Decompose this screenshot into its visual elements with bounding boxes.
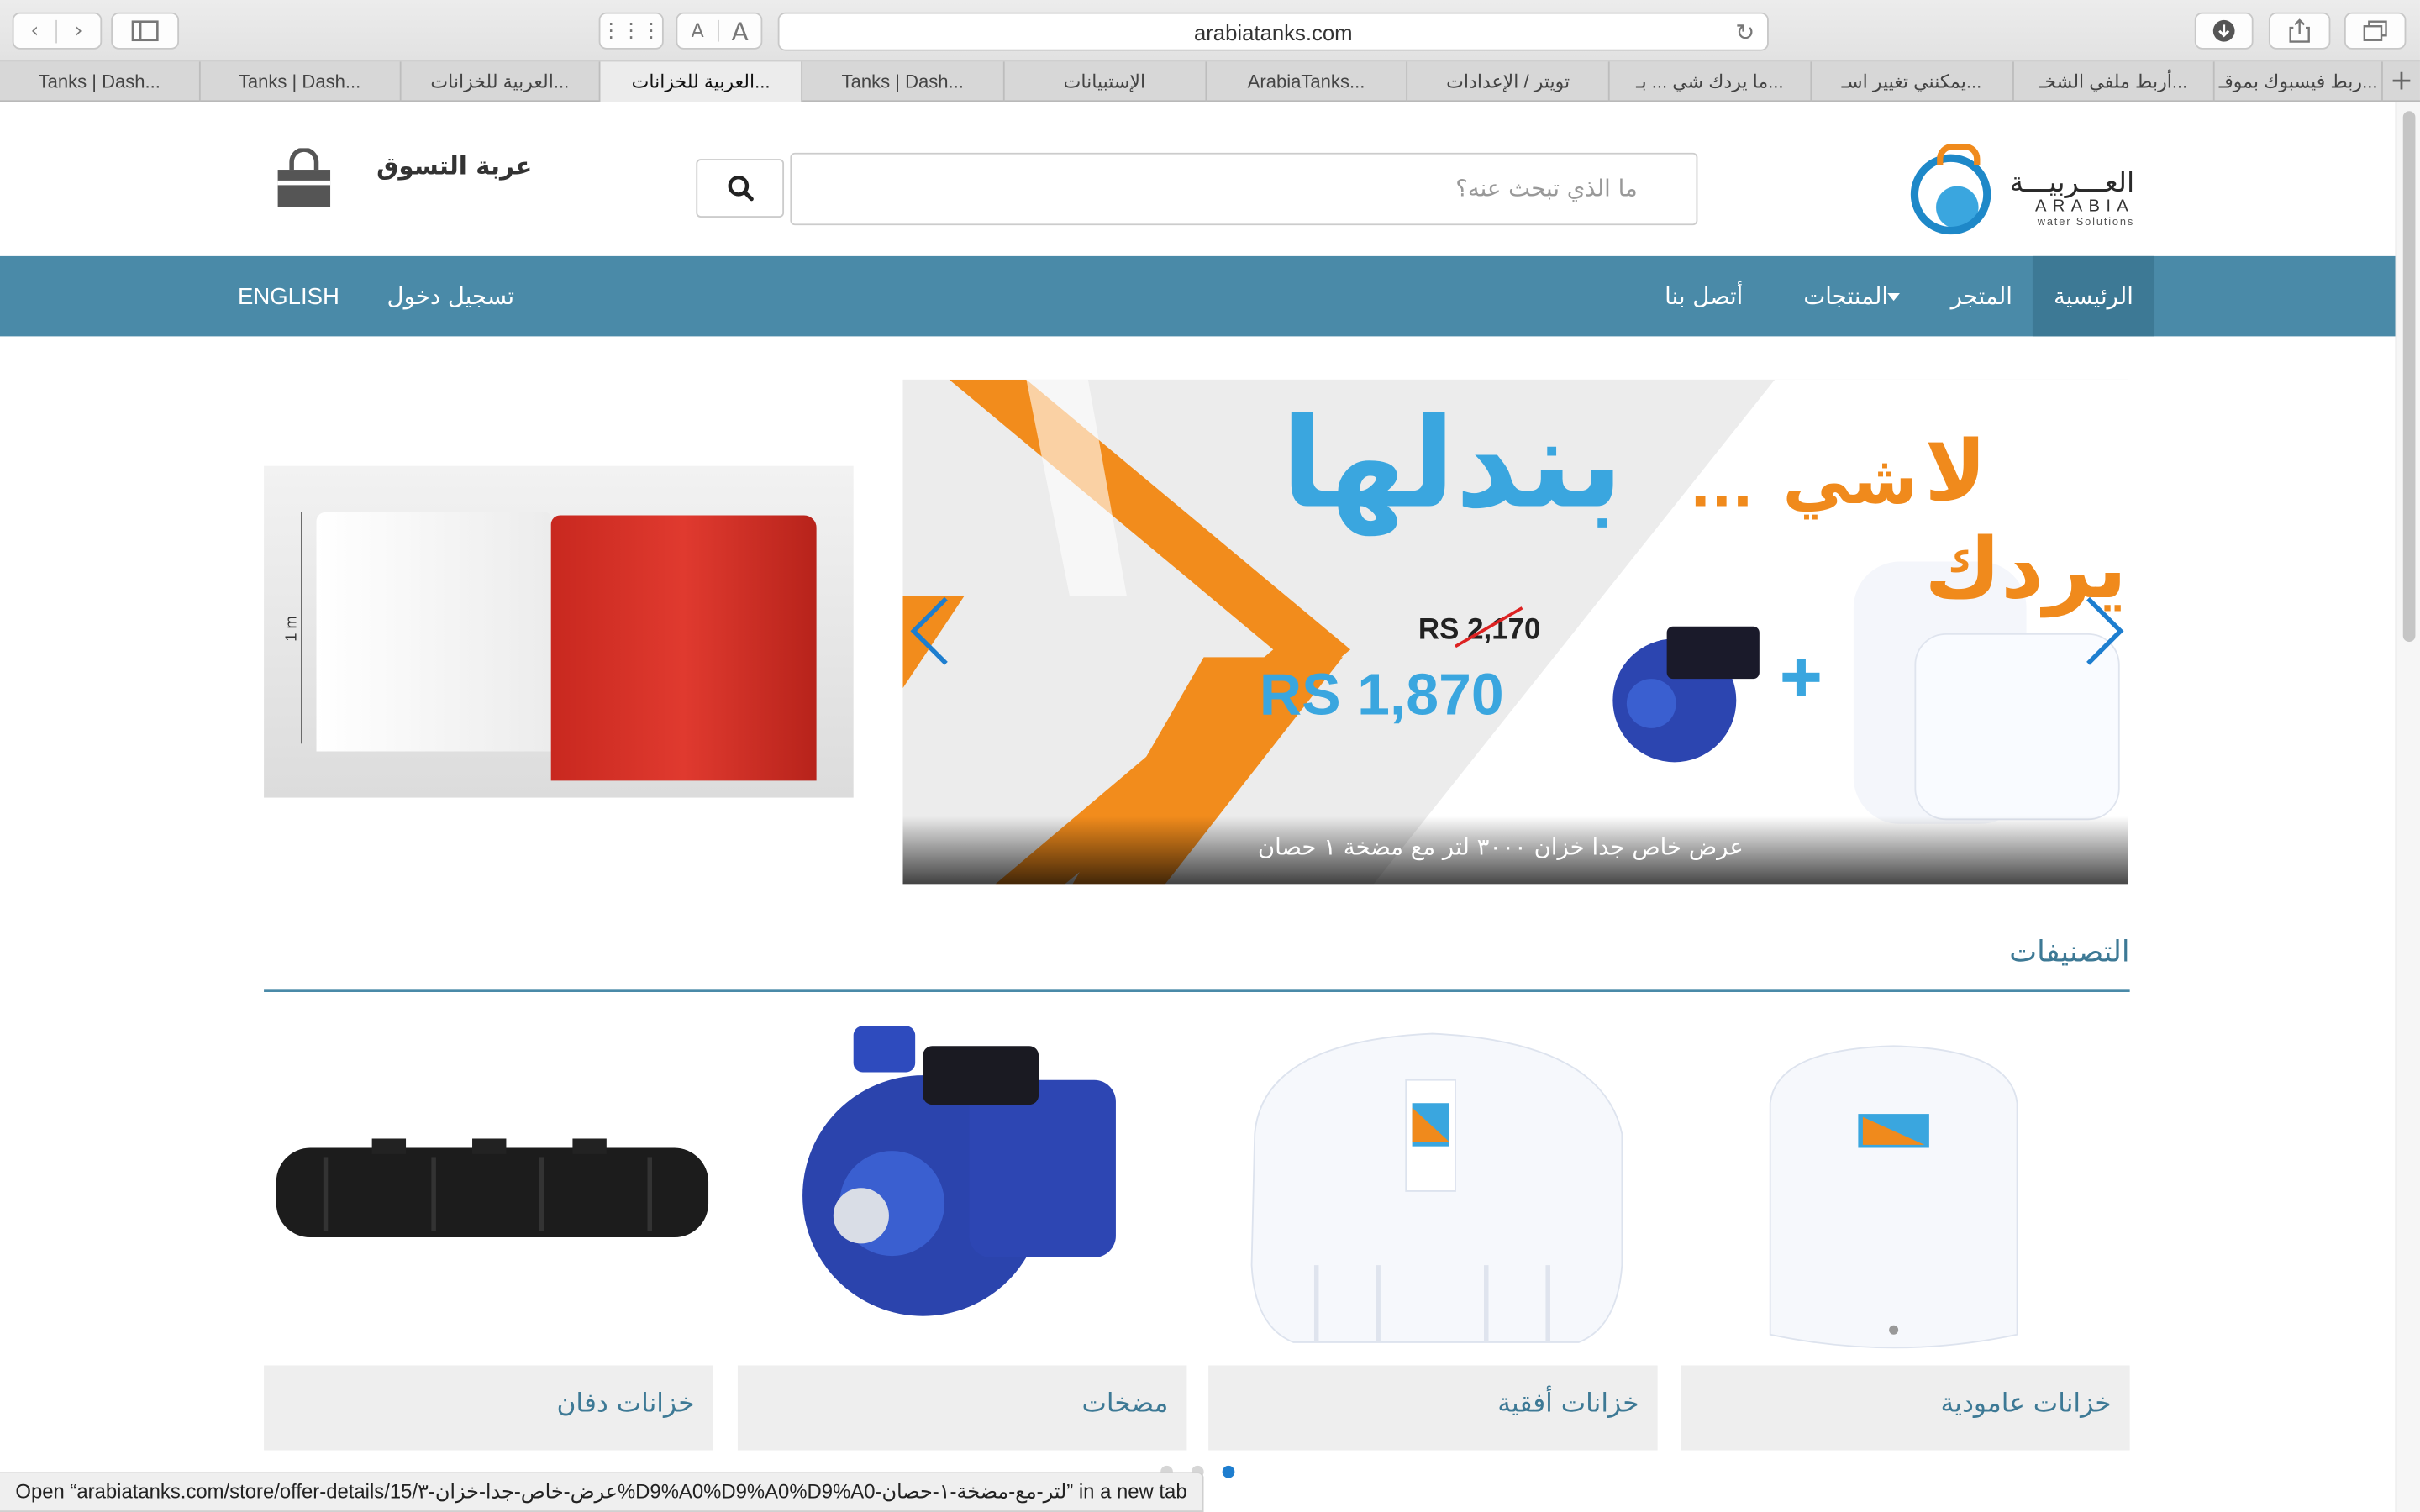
new-tab-icon[interactable]: +	[2383, 61, 2420, 100]
categories-title: التصنيفات	[2009, 935, 2130, 969]
text-smaller-button[interactable]: A	[677, 19, 719, 42]
sidebar-button[interactable]	[111, 12, 180, 50]
nav-item-products-label: المنتجات	[1803, 282, 1889, 311]
measure-line	[301, 512, 302, 744]
category-label[interactable]: خزانات دفان	[557, 1389, 695, 1420]
logo-arabic-text: العـــربيـــة	[2009, 166, 2135, 199]
white-barrier	[316, 512, 551, 752]
chevron-down-icon	[1888, 292, 1901, 301]
category-label-bar: مضخات	[737, 1365, 1187, 1451]
tabs-icon	[2363, 20, 2387, 41]
horizontal-tank-image	[1250, 1032, 1623, 1343]
chevron-left-icon[interactable]	[906, 592, 952, 669]
category-label-bar: خزانات أفقية	[1208, 1365, 1658, 1451]
search-icon	[727, 176, 753, 202]
browser-tab[interactable]: تويتر / الإعدادات	[1408, 61, 1610, 102]
forward-icon[interactable]: ›	[57, 19, 100, 43]
chevron-right-icon[interactable]	[2082, 592, 2128, 669]
underground-tank-image	[276, 1138, 709, 1238]
browser-tab[interactable]: يمكنني تغيير اسـ...	[1812, 61, 2013, 102]
downloads-button[interactable]	[2194, 12, 2254, 50]
browser-tab[interactable]: ArabiaTanks...	[1206, 61, 1408, 102]
category-label-bar: خزانات عامودية	[1681, 1365, 2130, 1451]
category-label[interactable]: خزانات أفقية	[1497, 1389, 1639, 1420]
url-text: arabiatanks.com	[1193, 18, 1353, 45]
search-input[interactable]: ما الذي تبحث عنه؟	[790, 152, 1698, 226]
banner-headline: بندلها	[1281, 391, 1623, 536]
shopping-bag-icon[interactable]	[275, 148, 334, 209]
logo-mark	[1910, 143, 1991, 235]
page-scrollbar[interactable]	[2395, 102, 2420, 1512]
category-label[interactable]: خزانات عامودية	[1941, 1389, 2112, 1420]
sidebar-icon	[131, 20, 159, 42]
browser-tab-active[interactable]: العربية للخزانات...	[600, 61, 803, 102]
share-button[interactable]	[2268, 12, 2331, 50]
back-icon[interactable]: ‹	[14, 18, 57, 43]
category-label-bar: خزانات دفان	[264, 1365, 713, 1451]
measure-label: 1 m	[283, 616, 301, 642]
status-bar: Open “arabiatanks.com/store/offer-detail…	[0, 1472, 1204, 1512]
scroll-thumb[interactable]	[2402, 111, 2416, 643]
text-bigger-button[interactable]: A	[719, 16, 761, 45]
nav-item-contact[interactable]: أتصل بنا	[1649, 256, 1760, 337]
tab-strip: Tanks | Dash... Tanks | Dash... العربية …	[0, 61, 2420, 102]
browser-tab[interactable]: ربط فيسبوك بموقـ...	[2215, 61, 2383, 102]
promo-slider[interactable]: بندلها ... شي لا يردك RS 2,170 RS 1,870 …	[902, 379, 2128, 885]
logo-english-text: ARABIA	[2034, 197, 2135, 217]
pump-image	[802, 1026, 1116, 1316]
nav-item-home[interactable]: الرئيسية	[2032, 255, 2155, 337]
banner-word-2: لا يردك	[1924, 423, 2128, 617]
browser-tab[interactable]: الإستبيانات	[1004, 61, 1207, 102]
browser-tab[interactable]: ما يردك شي ... بـ...	[1610, 61, 1812, 102]
language-switch[interactable]: ENGLISH	[232, 256, 346, 337]
red-barrier	[550, 515, 817, 781]
new-price: RS 1,870	[1259, 663, 1504, 728]
grid-icon: ⋮⋮⋮	[601, 18, 662, 43]
section-divider	[264, 989, 2130, 992]
category-card-pumps[interactable]: مضخات	[737, 1018, 1187, 1451]
browser-tab[interactable]: Tanks | Dash...	[200, 61, 401, 102]
logo-tagline: water Solutions	[2037, 217, 2135, 228]
side-banner-image[interactable]: 1 m	[264, 465, 854, 798]
web-page: العـــربيـــة ARABIA water Solutions ما …	[0, 102, 2396, 1512]
banner-dots: ...	[1690, 456, 1754, 520]
login-link[interactable]: تسجيل دخول	[376, 256, 524, 337]
category-card-underground-tanks[interactable]: خزانات دفان	[264, 1018, 713, 1451]
nav-item-products[interactable]: المنتجات	[1787, 256, 1926, 337]
browser-tab[interactable]: Tanks | Dash...	[0, 61, 201, 102]
category-card-vertical-tanks[interactable]: خزانات عامودية	[1681, 1018, 2130, 1451]
site-logo[interactable]: العـــربيـــة ARABIA water Solutions	[1910, 143, 2135, 244]
text-size-buttons[interactable]: A A	[676, 12, 763, 50]
slide-caption[interactable]: عرض خاص جدا خزان ٣٠٠٠ لتر مع مضخة ١ حصان	[1258, 833, 1744, 861]
back-forward-buttons[interactable]: ‹ ›	[12, 12, 103, 50]
browser-tab[interactable]: Tanks | Dash...	[802, 61, 1005, 102]
vertical-tank-image	[1769, 1045, 2018, 1349]
banner-word-1: شي	[1782, 441, 1918, 520]
share-icon	[2289, 18, 2310, 43]
search-button[interactable]	[696, 159, 785, 218]
browser-tab[interactable]: أربط ملفي الشخـ...	[2013, 61, 2216, 102]
pager-dot-active[interactable]	[1222, 1465, 1235, 1478]
cart-label[interactable]: عربة التسوق	[376, 151, 532, 181]
category-label[interactable]: مضخات	[1081, 1389, 1168, 1420]
top-sites-button[interactable]: ⋮⋮⋮	[598, 12, 664, 50]
main-nav: الرئيسية المتجر المنتجات أتصل بنا تسجيل …	[0, 255, 2396, 337]
reload-icon[interactable]: ↻	[1735, 18, 1754, 46]
browser-toolbar: ‹ › ⋮⋮⋮ A A arabiatanks.com ↻	[0, 0, 2420, 62]
browser-tab[interactable]: العربية للخزانات...	[401, 61, 601, 102]
tabs-overview-button[interactable]	[2344, 12, 2407, 50]
category-card-horizontal-tanks[interactable]: خزانات أفقية	[1208, 1018, 1658, 1451]
address-bar[interactable]: arabiatanks.com ↻	[777, 12, 1769, 51]
nav-item-store[interactable]: المتجر	[1935, 256, 2028, 337]
download-icon	[2212, 19, 2235, 42]
